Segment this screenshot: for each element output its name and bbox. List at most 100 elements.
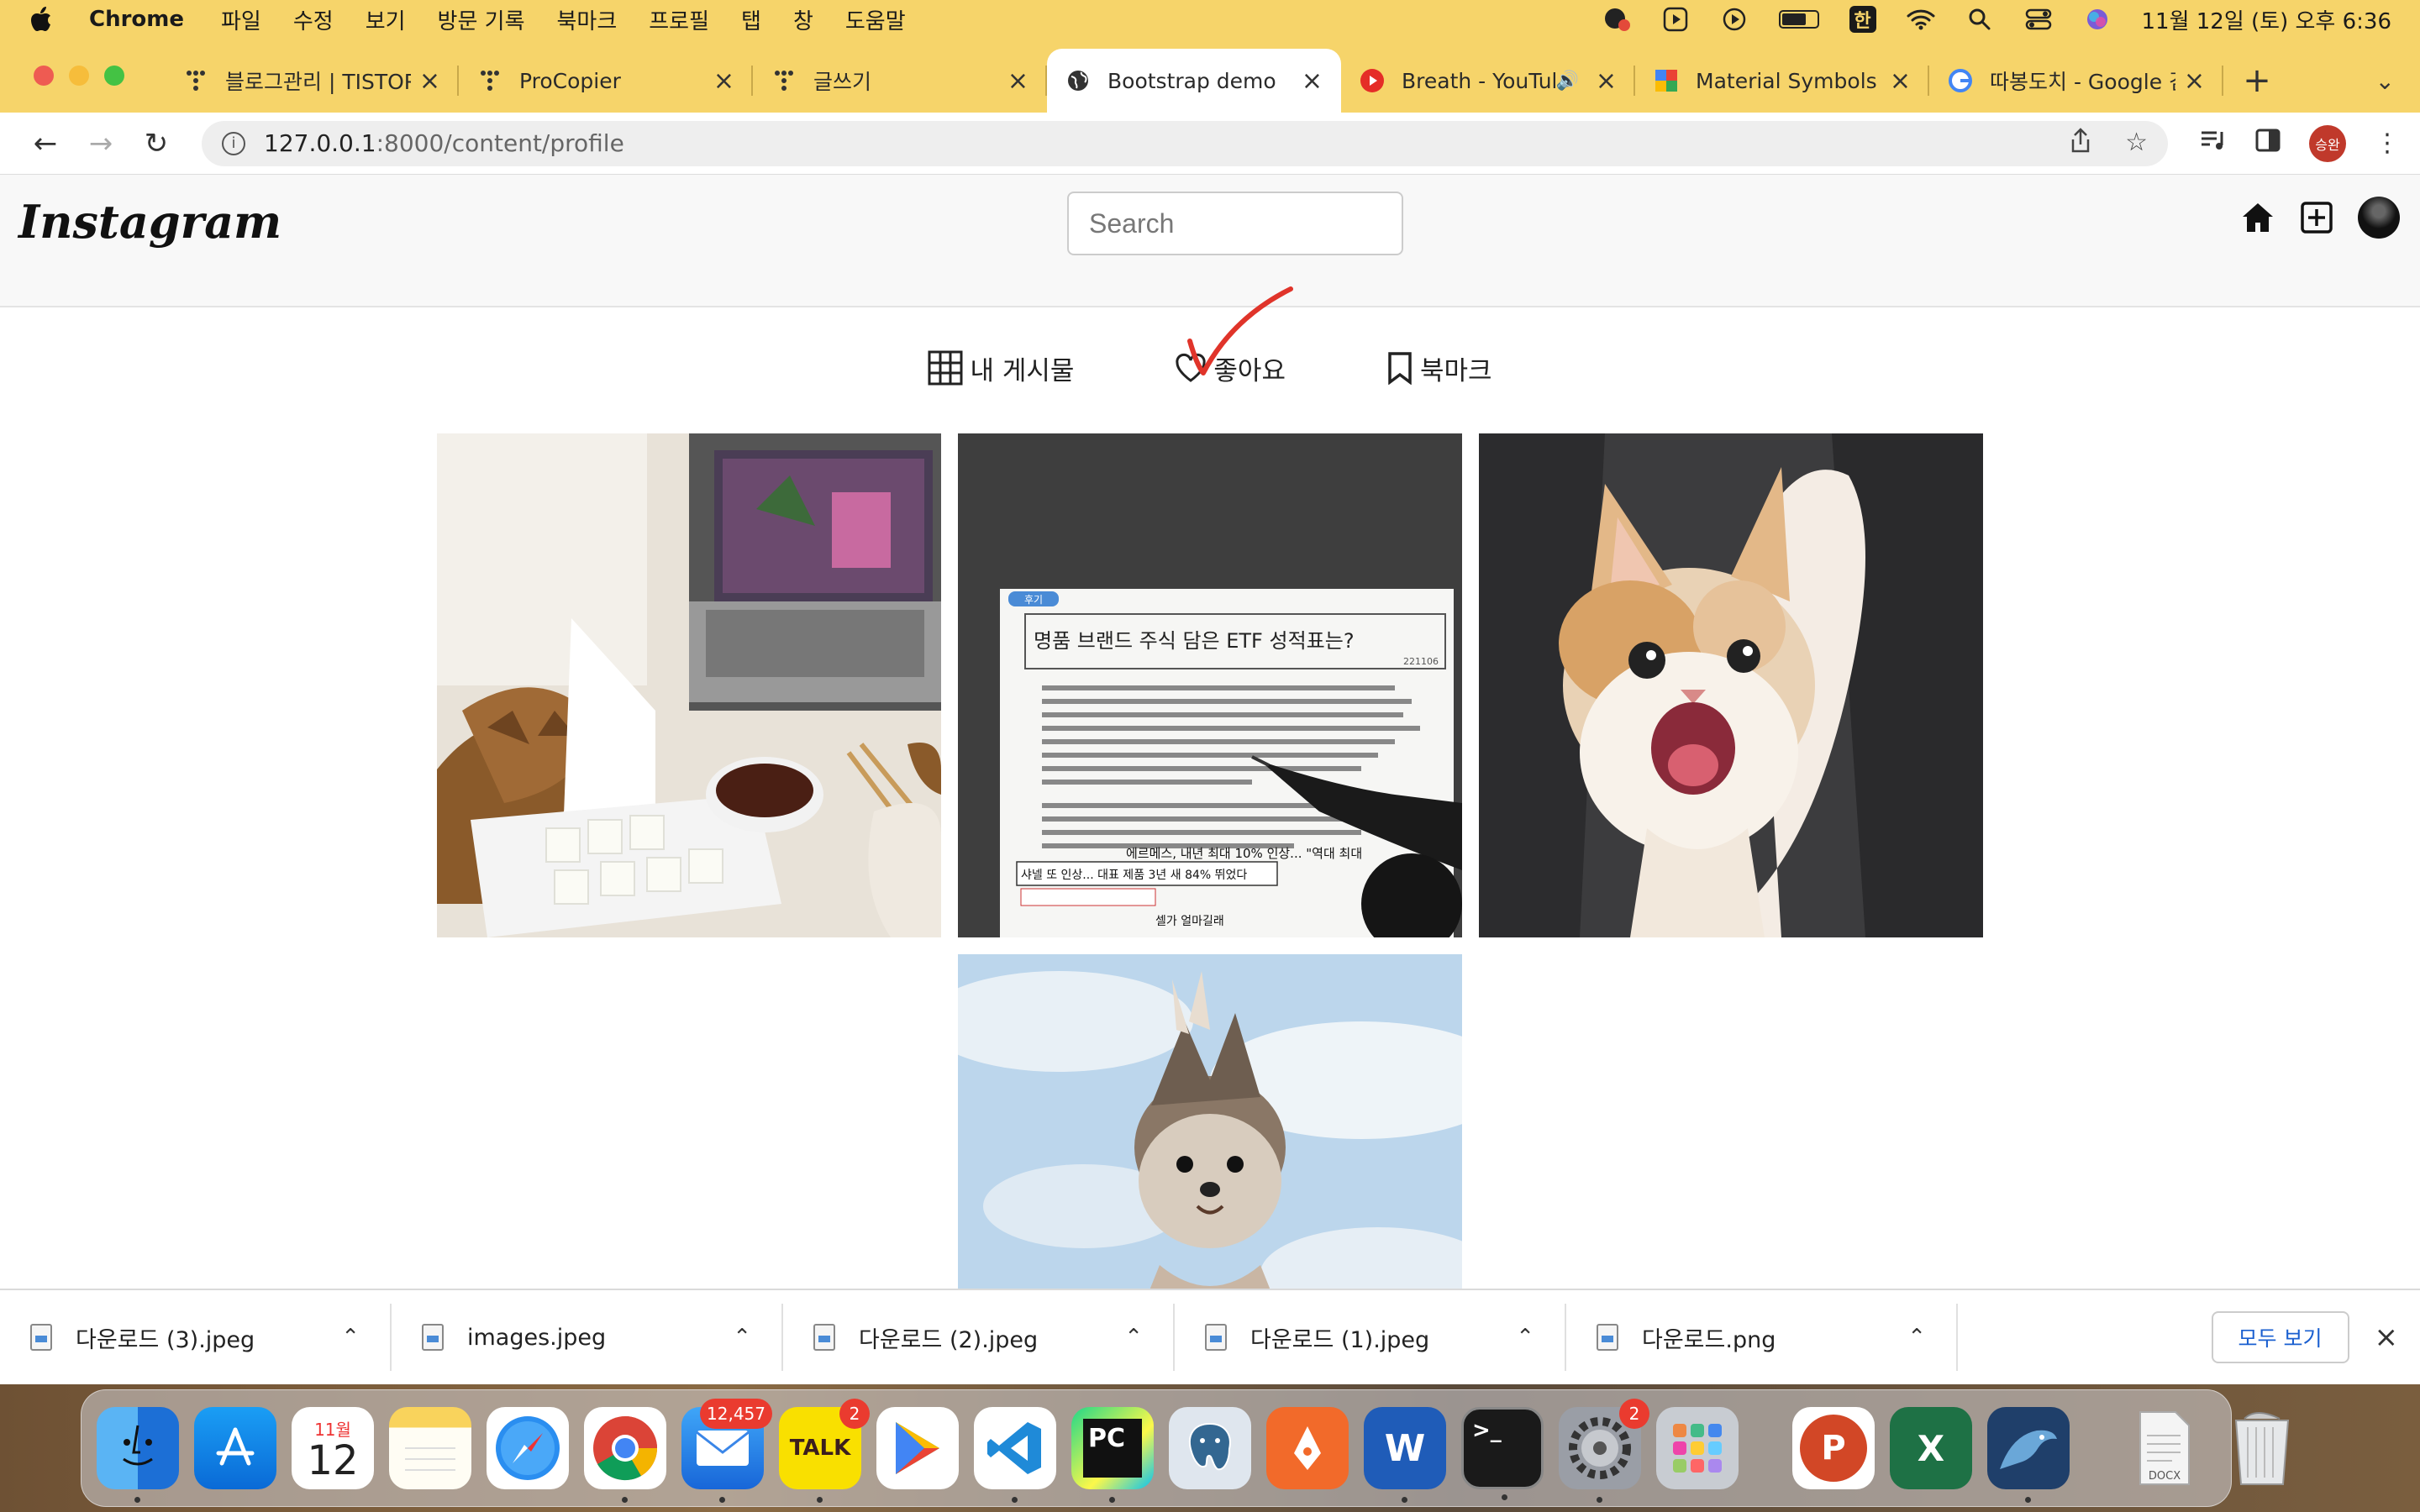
- home-icon[interactable]: [2240, 200, 2275, 235]
- download-item[interactable]: 다운로드.png ⌃: [1566, 1304, 1958, 1371]
- menu-help[interactable]: 도움말: [845, 4, 906, 35]
- calendar-icon[interactable]: 11월 12: [292, 1407, 374, 1489]
- tab-material-symbols[interactable]: Material Symbols ar ×: [1635, 49, 1929, 113]
- address-bar[interactable]: i 127.0.0.1:8000/content/profile ☆: [202, 120, 2168, 166]
- site-info-icon[interactable]: i: [222, 131, 245, 155]
- download-item[interactable]: images.jpeg ⌃: [392, 1304, 783, 1371]
- kebab-menu-icon[interactable]: ⋮: [2375, 129, 2400, 158]
- input-method-icon[interactable]: 한: [1849, 6, 1876, 33]
- tab-close-icon[interactable]: ×: [2184, 66, 2205, 96]
- menu-tab[interactable]: 탭: [741, 4, 761, 35]
- safari-icon[interactable]: [487, 1407, 569, 1489]
- menu-edit[interactable]: 수정: [293, 4, 334, 35]
- tab-close-icon[interactable]: ×: [1007, 66, 1028, 96]
- media-control-icon[interactable]: [2200, 129, 2227, 159]
- post-thumbnail-hedgehog[interactable]: [958, 954, 1462, 1289]
- tab-close-icon[interactable]: ×: [419, 66, 440, 96]
- control-center-icon[interactable]: [2024, 7, 2053, 32]
- spotlight-search-icon[interactable]: [1965, 7, 1994, 32]
- tab-close-icon[interactable]: ×: [713, 66, 734, 96]
- pen-tool-icon[interactable]: [1266, 1407, 1349, 1489]
- download-item[interactable]: 다운로드 (2).jpeg ⌃: [783, 1304, 1175, 1371]
- side-panel-icon[interactable]: [2255, 129, 2281, 159]
- post-thumbnail-etf-presentation[interactable]: 후기 명품 브랜드 주식 담은 ETF 성적표는? 221106 에르메스, 내…: [958, 433, 1462, 937]
- new-tab-button[interactable]: +: [2223, 49, 2291, 113]
- excel-icon[interactable]: X: [1890, 1407, 1972, 1489]
- close-window-button[interactable]: [34, 66, 54, 86]
- chevron-up-icon[interactable]: ⌃: [1907, 1325, 1926, 1350]
- back-arrow-icon[interactable]: ←: [20, 118, 71, 169]
- chevron-up-icon[interactable]: ⌃: [1516, 1325, 1534, 1350]
- launchpad-icon[interactable]: [1656, 1407, 1739, 1489]
- trash-icon[interactable]: [2221, 1407, 2303, 1489]
- tab-close-icon[interactable]: ×: [1890, 66, 1911, 96]
- bookmark-star-icon[interactable]: ☆: [2125, 128, 2148, 160]
- tab-search-chevron-icon[interactable]: ⌄: [2375, 67, 2395, 95]
- menu-file[interactable]: 파일: [221, 4, 261, 35]
- user-avatar[interactable]: [2358, 197, 2400, 239]
- add-post-icon[interactable]: [2299, 200, 2334, 235]
- chevron-up-icon[interactable]: ⌃: [733, 1325, 751, 1350]
- word-icon[interactable]: W: [1364, 1407, 1446, 1503]
- apple-menu-icon[interactable]: [29, 5, 54, 34]
- menu-clock[interactable]: 11월 12일 (토) 오후 6:36: [2142, 4, 2392, 35]
- profile-avatar[interactable]: 승완: [2309, 124, 2346, 162]
- notes-icon[interactable]: [389, 1407, 471, 1489]
- wifi-icon[interactable]: [1907, 7, 1935, 32]
- forward-arrow-icon[interactable]: →: [76, 118, 126, 169]
- mail-icon[interactable]: 12,457: [681, 1399, 772, 1503]
- docx-file-icon[interactable]: DOCX: [2123, 1407, 2206, 1489]
- post-thumbnail-kitten[interactable]: [1479, 433, 1983, 937]
- mysql-workbench-icon[interactable]: [1987, 1407, 2070, 1503]
- tab-write[interactable]: 글쓰기 ×: [753, 49, 1047, 113]
- app-store-icon[interactable]: [194, 1407, 276, 1489]
- post-thumbnail-food[interactable]: [437, 433, 941, 937]
- download-item[interactable]: 다운로드 (3).jpeg ⌃: [0, 1304, 392, 1371]
- minimize-window-button[interactable]: [69, 66, 89, 86]
- powerpoint-icon[interactable]: P: [1792, 1407, 1875, 1489]
- tab-tistory-blog-admin[interactable]: 블로그관리 | TISTORY ×: [165, 49, 459, 113]
- media-player-icon[interactable]: [1661, 7, 1690, 32]
- instagram-logo[interactable]: Instagram: [18, 195, 281, 249]
- menu-bookmarks[interactable]: 북마크: [557, 4, 618, 35]
- tab-close-icon[interactable]: ×: [1302, 66, 1323, 96]
- chevron-up-icon[interactable]: ⌃: [1124, 1325, 1143, 1350]
- chrome-icon[interactable]: [584, 1407, 666, 1503]
- menu-app-name[interactable]: Chrome: [89, 7, 184, 32]
- download-item[interactable]: 다운로드 (1).jpeg ⌃: [1175, 1304, 1566, 1371]
- close-icon[interactable]: ×: [2375, 1320, 2399, 1354]
- tab-bookmarks[interactable]: 북마크: [1386, 343, 1492, 393]
- tab-bootstrap-demo[interactable]: Bootstrap demo ×: [1047, 49, 1341, 113]
- finder-icon[interactable]: [97, 1407, 179, 1503]
- menu-history[interactable]: 방문 기록: [438, 4, 525, 35]
- zoom-window-button[interactable]: [104, 66, 124, 86]
- share-icon[interactable]: [2070, 127, 2091, 160]
- menu-window[interactable]: 창: [793, 4, 813, 35]
- play-icon[interactable]: [1720, 7, 1749, 32]
- kakaotalk-icon[interactable]: TALK 2: [779, 1399, 870, 1503]
- url-host: 127.0.0.1: [264, 129, 376, 157]
- tab-youtube-breath[interactable]: Breath - YouTub 🔊 ×: [1341, 49, 1635, 113]
- terminal-label: >_: [1472, 1418, 1502, 1443]
- chevron-up-icon[interactable]: ⌃: [341, 1325, 360, 1350]
- tab-title: Bootstrap demo: [1107, 68, 1276, 93]
- tab-procopier[interactable]: ProCopier ×: [459, 49, 753, 113]
- tab-close-icon[interactable]: ×: [1596, 66, 1617, 96]
- terminal-icon[interactable]: >_: [1461, 1407, 1544, 1500]
- menu-profiles[interactable]: 프로필: [649, 4, 709, 35]
- vscode-icon[interactable]: [974, 1407, 1056, 1503]
- siri-icon[interactable]: [2083, 7, 2112, 32]
- postgresql-icon[interactable]: [1169, 1407, 1251, 1489]
- notification-icon[interactable]: [1602, 7, 1631, 32]
- search-input[interactable]: [1067, 192, 1403, 255]
- tab-my-posts[interactable]: 내 게시물: [928, 343, 1074, 393]
- reload-icon[interactable]: ↻: [131, 118, 182, 169]
- battery-icon[interactable]: [1778, 10, 1819, 29]
- tab-google-search[interactable]: 따봉도치 - Google 검 ×: [1929, 49, 2223, 113]
- pycharm-icon[interactable]: PC: [1071, 1407, 1154, 1503]
- menu-view[interactable]: 보기: [366, 4, 406, 35]
- speaker-icon[interactable]: 🔊: [1555, 71, 1578, 92]
- google-play-icon[interactable]: [876, 1407, 959, 1489]
- system-settings-icon[interactable]: 2: [1559, 1399, 1649, 1503]
- show-all-downloads-button[interactable]: 모두 보기: [2211, 1311, 2349, 1363]
